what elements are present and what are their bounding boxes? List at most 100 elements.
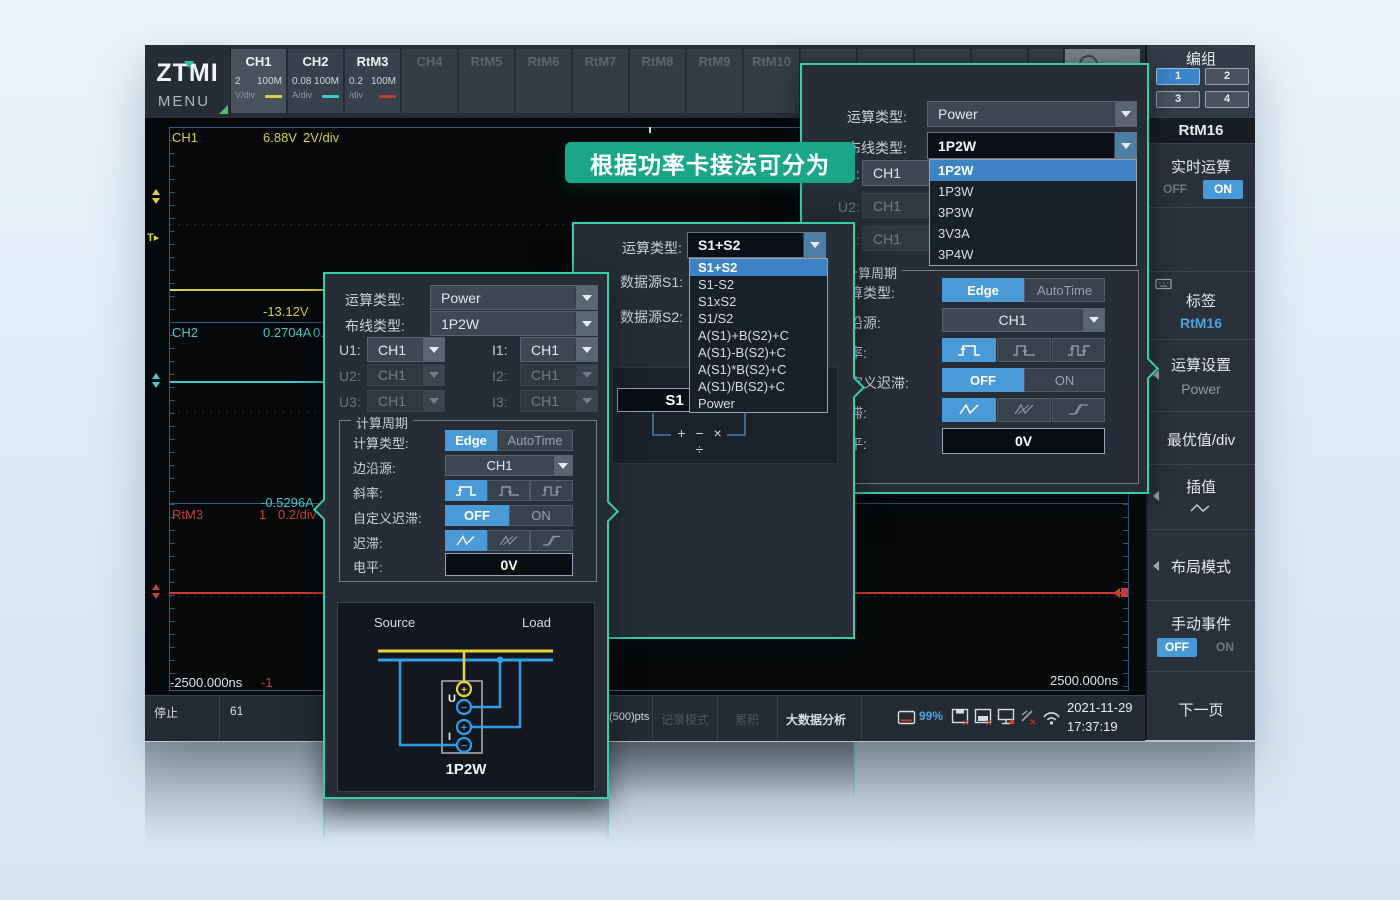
dropdown-arrow-button[interactable]	[803, 233, 825, 257]
sidebar-item-realtime-calc[interactable]: 实时运算 OFF ON	[1147, 144, 1255, 208]
u1-select[interactable]: CH1	[367, 337, 445, 362]
chevron-left-icon	[1153, 561, 1159, 571]
edge-source-select[interactable]: CH1	[942, 308, 1105, 332]
hyst-medium-button[interactable]	[487, 530, 530, 551]
sidebar-item-manual-event[interactable]: 手动事件 OFF ON	[1147, 601, 1255, 672]
sidebar-item-tag[interactable]: 标签 RtM16	[1147, 272, 1255, 340]
tab-ch1[interactable]: CH1 2100M V/div	[231, 49, 287, 113]
hyst-off-button[interactable]: OFF	[942, 368, 1024, 392]
list-item[interactable]: A(S1)+B(S2)+C	[690, 327, 827, 344]
autotime-button[interactable]: AutoTime	[497, 430, 573, 451]
list-item[interactable]: A(S1)/B(S2)+C	[690, 378, 827, 395]
hyst-medium-button[interactable]	[997, 398, 1051, 422]
list-item[interactable]: 3P4W	[930, 244, 1136, 265]
manual-off-button[interactable]: OFF	[1157, 638, 1197, 657]
list-item[interactable]: S1/S2	[690, 310, 827, 327]
tab-rtm7[interactable]: RtM7	[573, 49, 629, 113]
dropdown-arrow-button[interactable]	[1114, 102, 1136, 126]
list-item[interactable]: Power	[690, 395, 827, 412]
slope-rise-button[interactable]	[445, 480, 487, 501]
ch1-position-marker[interactable]	[150, 189, 160, 204]
sidebar-item-best-div[interactable]: 最优值/div	[1147, 412, 1255, 465]
list-item[interactable]: S1-S2	[690, 276, 827, 293]
list-item[interactable]: 1P2W	[930, 160, 1136, 181]
level-field[interactable]: 0V	[942, 428, 1105, 454]
sidebar-item-interpolation[interactable]: 插值	[1147, 465, 1255, 530]
group-button-4[interactable]: 4	[1205, 91, 1249, 108]
sidebar-item-next-page[interactable]: 下一页	[1147, 672, 1255, 740]
operator-combo[interactable]: S1+S2	[687, 232, 826, 258]
tab-ch4[interactable]: CH4	[402, 49, 458, 113]
svg-text:+: +	[461, 685, 467, 696]
dropdown-arrow-button[interactable]	[575, 286, 597, 309]
rtm3-position-marker[interactable]	[150, 584, 160, 599]
slope-fall-button[interactable]	[487, 480, 530, 501]
list-item[interactable]: A(S1)-B(S2)+C	[690, 344, 827, 361]
list-item[interactable]: A(S1)*B(S2)+C	[690, 361, 827, 378]
save-disk-icon: ✕	[951, 708, 971, 727]
hyst-on-button[interactable]: ON	[509, 505, 573, 526]
ch2-color-bar	[322, 95, 339, 98]
group-button-1[interactable]: 1	[1156, 68, 1200, 85]
dropdown-arrow-button[interactable]	[422, 338, 444, 361]
tab-rtm10[interactable]: RtM10	[744, 49, 800, 113]
sidebar-item-calc-settings[interactable]: 运算设置 Power	[1147, 340, 1255, 412]
hyst-small-button[interactable]	[942, 398, 996, 422]
hyst-large-button[interactable]	[530, 530, 573, 551]
dropdown-arrow-button[interactable]	[575, 312, 597, 335]
list-item[interactable]: 3V3A	[930, 223, 1136, 244]
hyst-large-button[interactable]	[1052, 398, 1105, 422]
tab-rtm6[interactable]: RtM6	[516, 49, 572, 113]
realtime-on-button[interactable]: ON	[1203, 180, 1243, 199]
dropdown-arrow-button[interactable]	[1082, 309, 1104, 331]
tab-rtm5[interactable]: RtM5	[459, 49, 515, 113]
calc-type-label: 运算类型:	[345, 290, 405, 310]
calc-type-select[interactable]: Power	[430, 285, 598, 310]
wiring-type-list[interactable]: 1P2W 1P3W 3P3W 3V3A 3P4W	[929, 159, 1137, 266]
tab-rtm8[interactable]: RtM8	[630, 49, 686, 113]
ch1-value: 6.88V	[263, 130, 297, 145]
realtime-off-button[interactable]: OFF	[1155, 180, 1195, 199]
hyst-small-button[interactable]	[445, 530, 487, 551]
sidebar-item-layout-mode[interactable]: 布局模式	[1147, 530, 1255, 601]
wiring-type-combo[interactable]: 1P2W	[927, 132, 1137, 159]
calc-type-select[interactable]: Power	[927, 101, 1137, 127]
dropdown-arrow-button[interactable]	[575, 338, 597, 361]
manual-on-button[interactable]: ON	[1205, 638, 1245, 657]
trigger-marker[interactable]: T▸	[147, 231, 159, 244]
level-field[interactable]: 0V	[445, 553, 573, 576]
slope-both-button[interactable]	[530, 480, 573, 501]
menu-button[interactable]: MENU	[145, 93, 223, 110]
u2-select: CH1	[367, 364, 445, 386]
list-item[interactable]: S1xS2	[690, 293, 827, 310]
u2-select: CH1	[862, 193, 938, 218]
list-item[interactable]: 3P3W	[930, 202, 1136, 223]
list-item[interactable]: 1P3W	[930, 181, 1136, 202]
group-button-3[interactable]: 3	[1156, 91, 1200, 108]
tab-rtm9[interactable]: RtM9	[687, 49, 743, 113]
edge-source-label: 边沿源:	[353, 458, 396, 477]
tab-ch2[interactable]: CH2 0.08100M A/div	[288, 49, 344, 113]
big-data-label[interactable]: 大数据分析	[786, 711, 846, 728]
i1-select[interactable]: CH1	[520, 337, 598, 362]
edge-source-select[interactable]: CH1	[445, 455, 573, 476]
group-button-2[interactable]: 2	[1205, 68, 1249, 85]
ch2-position-marker[interactable]	[150, 373, 160, 388]
dropdown-arrow-button[interactable]	[553, 456, 572, 475]
wiring-type-select[interactable]: 1P2W	[430, 311, 598, 336]
u1-select[interactable]: CH1	[862, 160, 938, 186]
edge-button[interactable]: Edge	[942, 278, 1024, 302]
slope-both-button[interactable]	[1052, 338, 1105, 362]
hyst-off-button[interactable]: OFF	[445, 505, 509, 526]
hyst-on-button[interactable]: ON	[1024, 368, 1105, 392]
tab-rtm3[interactable]: RtM3 0.2100M /div	[345, 49, 401, 113]
autotime-button[interactable]: AutoTime	[1024, 278, 1105, 302]
dropdown-arrow-button	[422, 391, 444, 411]
dropdown-arrow-button[interactable]	[1114, 133, 1136, 158]
slope-fall-button[interactable]	[997, 338, 1051, 362]
edge-button[interactable]: Edge	[445, 430, 497, 451]
time-right-label: 2500.000ns	[1050, 673, 1118, 688]
slope-rise-button[interactable]	[942, 338, 996, 362]
list-item[interactable]: S1+S2	[690, 259, 827, 276]
operator-list[interactable]: S1+S2 S1-S2 S1xS2 S1/S2 A(S1)+B(S2)+C A(…	[689, 258, 828, 413]
